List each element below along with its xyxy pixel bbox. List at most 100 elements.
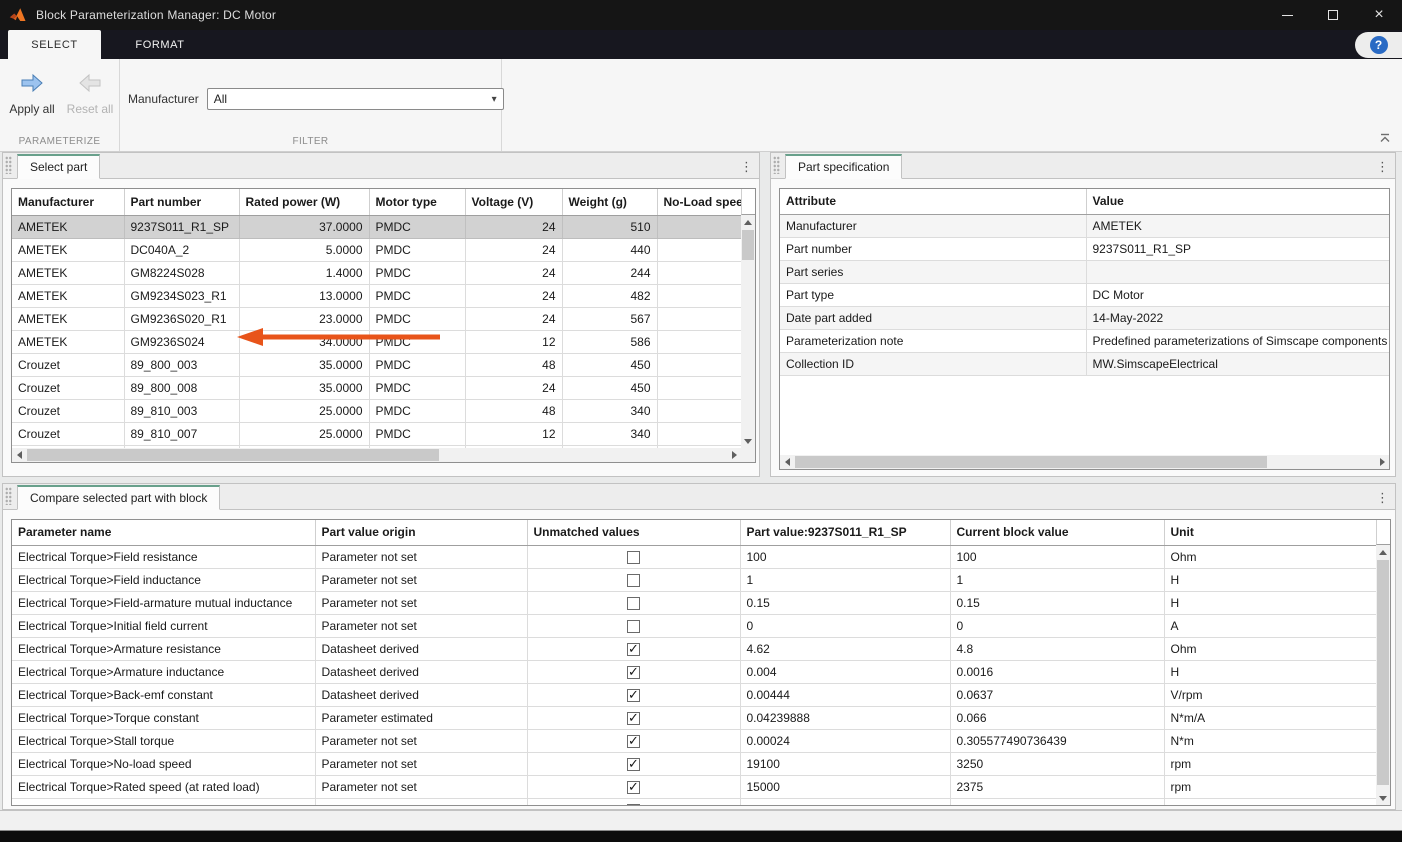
close-button[interactable]: × [1356,0,1402,30]
column-header[interactable]: Parameter name [12,520,315,545]
unmatched-checkbox[interactable] [627,758,640,771]
scroll-left-button[interactable] [12,448,26,462]
compare-row[interactable]: Electrical Torque>Armature inductanceDat… [12,660,1376,683]
drag-handle-icon[interactable] [5,487,12,505]
unmatched-checkbox[interactable] [627,620,640,633]
compare-row[interactable]: Electrical Torque>Armature resistanceDat… [12,637,1376,660]
cell: 2375 [950,775,1164,798]
cell: 25.0000 [239,399,369,422]
unmatched-checkbox[interactable] [627,735,640,748]
unmatched-checkbox[interactable] [627,804,640,806]
tab-format[interactable]: FORMAT [101,30,219,59]
part-row[interactable]: AMETEKGM9236S020_R123.0000PMDC24567 [12,307,741,330]
compare-row[interactable]: Electrical Torque>Rated speed (at rated … [12,775,1376,798]
scroll-right-button[interactable] [1375,455,1389,469]
collapse-ribbon-button[interactable] [1378,131,1392,145]
cell: Part number [780,237,1086,260]
panel-menu-icon[interactable]: ⋮ [1376,492,1389,504]
unmatched-checkbox[interactable] [627,689,640,702]
cell: Datasheet derived [315,637,527,660]
column-header[interactable]: Motor type [369,189,465,215]
column-header[interactable]: Rated power (W) [239,189,369,215]
compare-row[interactable]: Electrical Torque>Field inductanceParame… [12,568,1376,591]
part-row[interactable]: AMETEKGM8224S0281.4000PMDC24244 [12,261,741,284]
part-row[interactable]: AMETEKGM9236S02434.0000PMDC12586 [12,330,741,353]
minimize-button[interactable] [1264,0,1310,30]
scroll-up-button[interactable] [741,215,755,229]
horizontal-scrollbar[interactable] [780,455,1389,469]
column-header[interactable]: Unmatched values [527,520,740,545]
panel-menu-icon[interactable]: ⋮ [740,161,753,173]
column-header[interactable]: Part number [124,189,239,215]
drag-handle-icon[interactable] [773,156,780,174]
horizontal-scrollbar[interactable] [12,448,741,462]
compare-row[interactable]: Electrical Torque>Field-armature mutual … [12,591,1376,614]
scroll-right-button[interactable] [727,448,741,462]
help-icon[interactable]: ? [1370,36,1388,54]
scroll-up-button[interactable] [1376,545,1390,559]
manufacturer-dropdown[interactable]: All ▾ [207,88,504,110]
scrollbar-thumb[interactable] [1377,560,1389,785]
app-window: Block Parameterization Manager: DC Motor… [0,0,1402,842]
scroll-down-button[interactable] [1376,791,1390,805]
compare-row[interactable]: Electrical Torque>Stall torqueParameter … [12,729,1376,752]
part-row[interactable]: AMETEKDC040A_25.0000PMDC24440 [12,238,741,261]
unmatched-checkbox[interactable] [627,551,640,564]
column-header[interactable]: Part value origin [315,520,527,545]
spec-row[interactable]: Part typeDC Motor [780,283,1389,306]
tab-part-specification[interactable]: Part specification [785,154,902,179]
drag-handle-icon[interactable] [5,156,12,174]
compare-row[interactable]: Electrical Torque>Back-emf constantDatas… [12,683,1376,706]
part-row[interactable]: Crouzet89_810_00325.0000PMDC48340 [12,399,741,422]
compare-row[interactable]: Electrical Torque>No-load speedParameter… [12,752,1376,775]
apply-all-button[interactable]: Apply all [4,73,60,116]
part-row[interactable]: Crouzet89_800_00335.0000PMDC48450 [12,353,741,376]
column-header[interactable]: Unit [1164,520,1376,545]
scrollbar-thumb[interactable] [795,456,1267,468]
compare-row[interactable]: Electrical Torque>Field resistanceParame… [12,545,1376,568]
panel-menu-icon[interactable]: ⋮ [1376,161,1389,173]
unmatched-checkbox[interactable] [627,712,640,725]
column-header[interactable]: Value [1086,189,1389,214]
column-header[interactable]: Part value:9237S011_R1_SP [740,520,950,545]
column-header[interactable]: No-Load speed [657,189,741,215]
scrollbar-thumb[interactable] [742,230,754,260]
cell: AMETEK [12,330,124,353]
tab-select[interactable]: SELECT [8,30,101,59]
cell: PMDC [369,284,465,307]
column-header[interactable]: Attribute [780,189,1086,214]
scrollbar-thumb[interactable] [27,449,439,461]
unmatched-checkbox[interactable] [627,643,640,656]
spec-row[interactable]: Collection IDMW.SimscapeElectrical [780,352,1389,375]
compare-row[interactable]: Electrical Torque>Initial field currentP… [12,614,1376,637]
unmatched-checkbox[interactable] [627,781,640,794]
unmatched-checkbox[interactable] [627,666,640,679]
tab-select-part[interactable]: Select part [17,154,100,179]
unmatched-checkbox[interactable] [627,597,640,610]
part-row[interactable]: Crouzet89_810_00725.0000PMDC12340 [12,422,741,445]
spec-row[interactable]: Parameterization notePredefined paramete… [780,329,1389,352]
reset-all-button[interactable]: Reset all [62,73,118,116]
part-row[interactable]: Crouzet89_800_00835.0000PMDC24450 [12,376,741,399]
vertical-scrollbar[interactable] [741,215,755,448]
vertical-scrollbar[interactable] [1376,545,1390,805]
compare-row[interactable]: Electrical Torque>Parameter not set [12,798,1376,806]
spec-row[interactable]: ManufacturerAMETEK [780,214,1389,237]
scroll-left-button[interactable] [780,455,794,469]
cell: H [1164,660,1376,683]
column-header[interactable]: Manufacturer [12,189,124,215]
panel-tabbar: Compare selected part with block ⋮ [3,484,1395,510]
maximize-button[interactable] [1310,0,1356,30]
spec-row[interactable]: Part series [780,260,1389,283]
column-header[interactable]: Current block value [950,520,1164,545]
scroll-down-button[interactable] [741,434,755,448]
part-row[interactable]: AMETEKGM9234S023_R113.0000PMDC24482 [12,284,741,307]
unmatched-checkbox[interactable] [627,574,640,587]
tab-compare[interactable]: Compare selected part with block [17,485,220,510]
column-header[interactable]: Voltage (V) [465,189,562,215]
column-header[interactable]: Weight (g) [562,189,657,215]
spec-row[interactable]: Part number9237S011_R1_SP [780,237,1389,260]
spec-row[interactable]: Date part added14-May-2022 [780,306,1389,329]
compare-row[interactable]: Electrical Torque>Torque constantParamet… [12,706,1376,729]
part-row[interactable]: AMETEK9237S011_R1_SP37.0000PMDC24510 [12,215,741,238]
